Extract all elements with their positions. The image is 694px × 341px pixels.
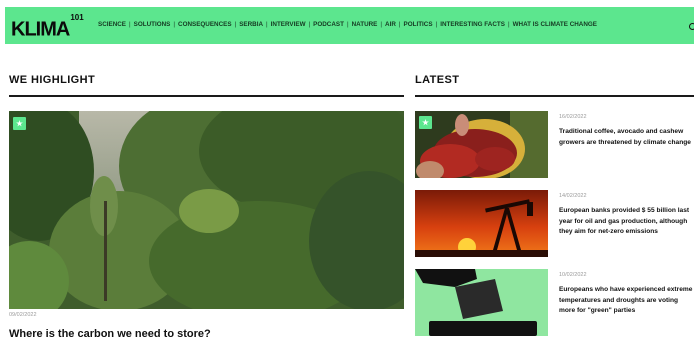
latest-article-image-vote[interactable] — [415, 269, 548, 336]
latest-article-date: 10/02/2022 — [559, 272, 587, 278]
menu-item-consequences[interactable]: CONSEQUENCES — [178, 21, 232, 28]
menu-item-air[interactable]: AIR — [385, 21, 396, 28]
menu-separator: | — [129, 21, 131, 28]
latest-article-date: 14/02/2022 — [559, 193, 587, 199]
menu-separator: | — [380, 21, 383, 28]
menu-separator: | — [266, 21, 268, 28]
latest-article-image-oil[interactable] — [415, 190, 548, 257]
menu-item-what-is-climate-change[interactable]: WHAT IS CLIMATE CHANGE — [513, 21, 597, 28]
menu-item-science[interactable]: SCIENCE — [98, 21, 126, 28]
menu-separator: | — [173, 21, 176, 28]
menu-item-solutions[interactable]: SOLUTIONS — [134, 21, 171, 28]
latest-article-title[interactable]: European banks provided $ 55 billion las… — [559, 206, 694, 238]
section-title-highlight: WE HIGHLIGHT — [9, 74, 96, 86]
featured-article-image[interactable] — [9, 111, 404, 309]
section-divider — [415, 95, 694, 97]
site-logo[interactable]: KLIMA101 — [11, 13, 84, 40]
section-divider — [9, 95, 404, 97]
menu-item-interview[interactable]: INTERVIEW — [271, 21, 306, 28]
featured-star-icon — [419, 116, 432, 129]
forest-image — [9, 111, 404, 309]
featured-article-date: 09/02/2022 — [9, 312, 37, 318]
menu-separator: | — [398, 21, 401, 28]
menu-item-interesting-facts[interactable]: INTERESTING FACTS — [440, 21, 505, 28]
latest-article-title[interactable]: Traditional coffee, avocado and cashew g… — [559, 127, 694, 148]
featured-star-icon — [13, 117, 26, 130]
section-title-latest: LATEST — [415, 74, 460, 86]
featured-article-title[interactable]: Where is the carbon we need to store? — [9, 328, 211, 340]
menu-separator: | — [234, 21, 237, 28]
menu-item-nature[interactable]: NATURE — [352, 21, 378, 28]
menu-item-podcast[interactable]: PODCAST — [313, 21, 344, 28]
menu-item-politics[interactable]: POLITICS — [404, 21, 433, 28]
menu-separator: | — [435, 21, 438, 28]
latest-article-title[interactable]: Europeans who have experienced extreme t… — [559, 285, 694, 317]
search-icon[interactable] — [689, 23, 694, 30]
latest-article-image-coffee[interactable] — [415, 111, 548, 178]
menu-separator: | — [308, 21, 311, 28]
latest-article-date: 16/02/2022 — [559, 114, 587, 120]
menu-separator: | — [507, 21, 510, 28]
main-menu: SCIENCE | SOLUTIONS | CONSEQUENCES | SERBIA | IN… — [98, 21, 597, 28]
menu-separator: | — [346, 21, 349, 28]
menu-item-serbia[interactable]: SERBIA — [239, 21, 263, 28]
top-navbar: KLIMA101 SCIENCE | SOLUTIONS | CONSEQUENCES |… — [5, 7, 694, 44]
